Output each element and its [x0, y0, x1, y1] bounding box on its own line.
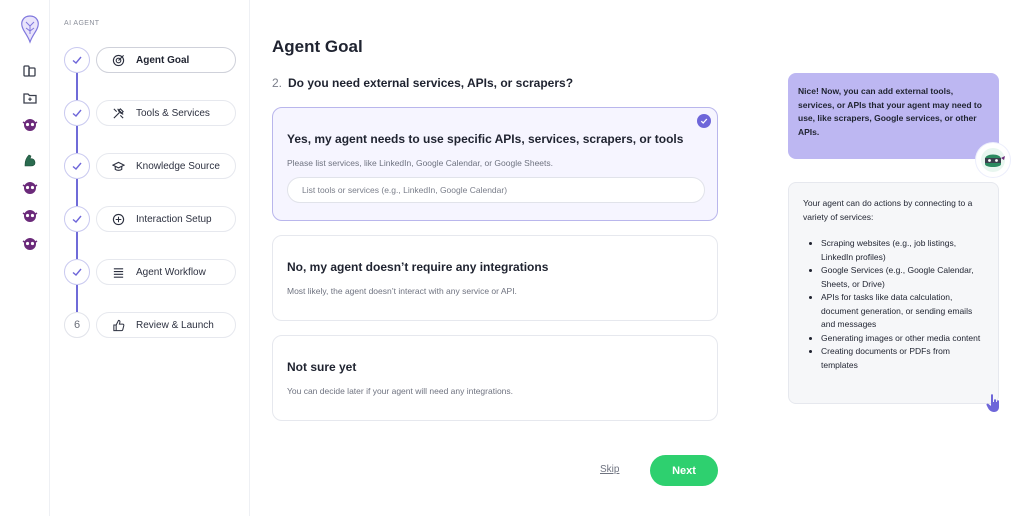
option-title: Not sure yet: [287, 360, 357, 374]
step-connector: [76, 73, 78, 100]
step-check-icon: [64, 259, 90, 285]
agent-mask-icon[interactable]: [20, 206, 40, 226]
tools-icon: [111, 106, 125, 120]
step-check-icon: [64, 47, 90, 73]
question-text: Do you need external services, APIs, or …: [288, 76, 574, 90]
step-interaction-setup[interactable]: Interaction Setup: [96, 206, 236, 232]
steps-sidebar: AI AGENT Agent Goal Tools & Services Kno…: [50, 0, 250, 516]
next-button[interactable]: Next: [650, 455, 718, 486]
step-number: 6: [64, 312, 90, 338]
option-yes-apis[interactable]: Yes, my agent needs to use specific APIs…: [272, 107, 718, 221]
agent-mask-icon[interactable]: [20, 115, 40, 135]
sidebar-caption: AI AGENT: [64, 20, 100, 27]
check-icon: [697, 114, 711, 128]
list-item: Generating images or other media content: [821, 332, 988, 346]
step-label: Agent Goal: [136, 54, 190, 66]
list-item: Creating documents or PDFs from template…: [821, 345, 988, 372]
icon-rail: [0, 0, 50, 516]
step-connector: [76, 179, 78, 206]
page-title: Agent Goal: [272, 37, 363, 56]
pointing-hand-icon: [985, 393, 1003, 413]
target-icon: [111, 53, 125, 67]
muscle-icon[interactable]: [20, 150, 40, 170]
option-title: Yes, my agent needs to use specific APIs…: [287, 132, 684, 146]
step-label: Knowledge Source: [136, 160, 220, 172]
question: 2. Do you need external services, APIs, o…: [272, 76, 573, 90]
option-not-sure[interactable]: Not sure yet You can decide later if you…: [272, 335, 718, 421]
step-label: Interaction Setup: [136, 213, 212, 225]
step-connector: [76, 232, 78, 259]
step-connector: [76, 285, 78, 312]
ninja-avatar-icon: [976, 143, 1010, 177]
question-number: 2.: [272, 76, 283, 90]
step-label: Tools & Services: [136, 107, 210, 119]
info-intro: Your agent can do actions by connecting …: [803, 198, 973, 222]
step-tools-services[interactable]: Tools & Services: [96, 100, 236, 126]
list-item: Scraping websites (e.g., job listings, L…: [821, 237, 988, 264]
step-label: Agent Workflow: [136, 266, 206, 278]
thumbs-up-icon: [111, 318, 125, 332]
step-agent-goal[interactable]: Agent Goal: [96, 47, 236, 73]
tools-input[interactable]: [287, 177, 705, 203]
skip-link[interactable]: Skip: [600, 464, 619, 475]
option-no-integrations[interactable]: No, my agent doesn’t require any integra…: [272, 235, 718, 321]
option-description: Most likely, the agent doesn’t interact …: [287, 286, 517, 296]
folder-plus-icon[interactable]: [20, 88, 40, 108]
list-item: Google Services (e.g., Google Calendar, …: [821, 264, 988, 291]
step-check-icon: [64, 153, 90, 179]
list-item: APIs for tasks like data calculation, do…: [821, 291, 988, 332]
agent-mask-icon[interactable]: [20, 234, 40, 254]
brain-logo-icon[interactable]: [19, 14, 41, 44]
workflow-icon: [111, 265, 125, 279]
step-connector: [76, 126, 78, 153]
step-review-launch[interactable]: Review & Launch: [96, 312, 236, 338]
library-icon[interactable]: [20, 61, 40, 81]
agent-mask-icon[interactable]: [20, 178, 40, 198]
step-agent-workflow[interactable]: Agent Workflow: [96, 259, 236, 285]
option-title: No, my agent doesn’t require any integra…: [287, 260, 549, 274]
option-description: Please list services, like LinkedIn, Goo…: [287, 158, 554, 168]
interaction-icon: [111, 212, 125, 226]
info-list: Scraping websites (e.g., job listings, L…: [803, 237, 988, 372]
graduation-cap-icon: [111, 159, 125, 173]
assistant-bubble: Nice! Now, you can add external tools, s…: [788, 73, 999, 159]
main-content: Agent Goal 2. Do you need external servic…: [250, 0, 750, 516]
assistant-info-card: Your agent can do actions by connecting …: [788, 182, 999, 404]
step-label: Review & Launch: [136, 319, 214, 331]
step-check-icon: [64, 100, 90, 126]
option-description: You can decide later if your agent will …: [287, 386, 514, 396]
step-check-icon: [64, 206, 90, 232]
step-knowledge-source[interactable]: Knowledge Source: [96, 153, 236, 179]
